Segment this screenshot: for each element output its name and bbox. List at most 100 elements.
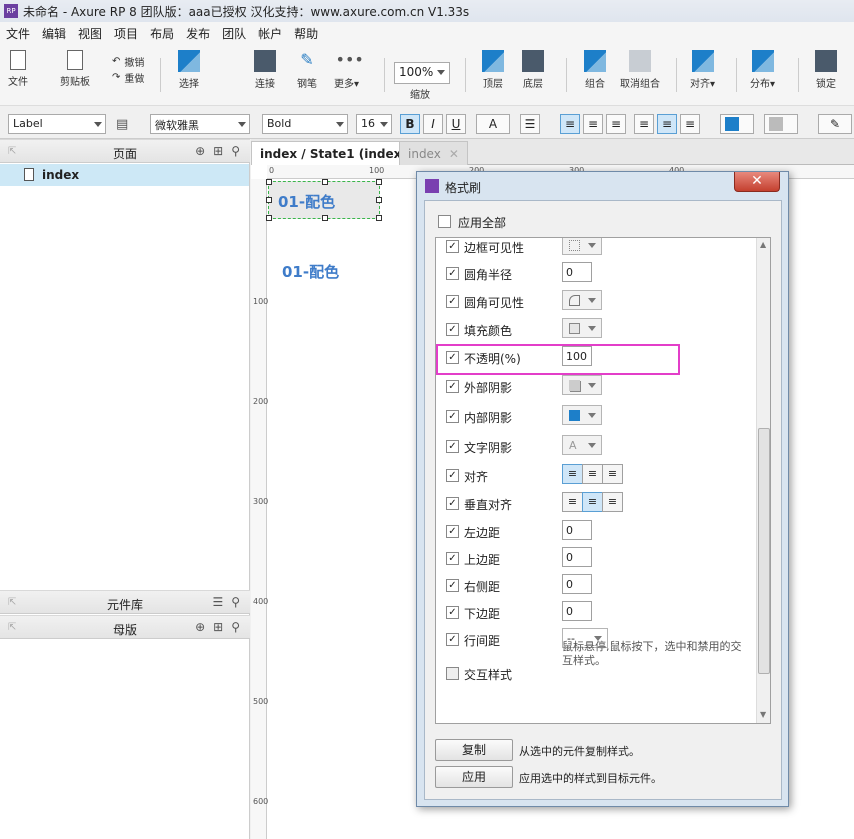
menu-publish[interactable]: 发布 <box>186 25 210 42</box>
underline-button[interactable]: U <box>446 114 466 134</box>
corner-visibility-dropdown[interactable] <box>562 290 602 310</box>
resize-handle[interactable] <box>266 197 272 203</box>
bold-button[interactable]: B <box>400 114 420 134</box>
align-left-button[interactable]: ≡ <box>560 114 580 134</box>
add-page-icon[interactable]: ⊕ <box>195 144 205 158</box>
padding-right-input[interactable]: 0 <box>562 574 592 594</box>
valign-middle-button[interactable]: ≡ <box>657 114 677 134</box>
resize-handle[interactable] <box>376 197 382 203</box>
shadow-button[interactable] <box>764 114 798 134</box>
menu-icon[interactable]: ☰ <box>212 595 223 609</box>
font-size-dropdown[interactable]: 16 <box>356 114 392 134</box>
resize-handle[interactable] <box>376 179 382 185</box>
line-color-button[interactable]: ✎ <box>818 114 852 134</box>
valign-bottom-button[interactable]: ≡ <box>680 114 700 134</box>
scrollbar[interactable]: ▲ ▼ <box>756 238 770 723</box>
border-visibility-dropdown[interactable] <box>562 238 602 255</box>
menu-project[interactable]: 项目 <box>114 25 138 42</box>
checkbox[interactable]: ✓ <box>446 410 459 423</box>
align-button[interactable]: 对齐▾ <box>690 50 715 90</box>
style-editor-icon[interactable]: ▤ <box>116 117 128 132</box>
valign-top-button[interactable]: ≡ <box>634 114 654 134</box>
pen-button[interactable]: ✎ 钢笔 <box>296 50 318 90</box>
padding-bottom-input[interactable]: 0 <box>562 601 592 621</box>
close-icon[interactable]: ✕ <box>449 147 459 161</box>
checkbox[interactable]: ✓ <box>446 606 459 619</box>
file-button[interactable]: 文件 <box>8 50 28 88</box>
align-right-icon[interactable]: ≡ <box>602 464 623 484</box>
checkbox[interactable]: ✓ <box>446 469 459 482</box>
checkbox[interactable]: ✓ <box>446 633 459 646</box>
inner-shadow-dropdown[interactable] <box>562 405 602 425</box>
padding-left-input[interactable]: 0 <box>562 520 592 540</box>
font-color-button[interactable]: A <box>476 114 510 134</box>
search-icon[interactable]: ⚲ <box>231 595 240 609</box>
padding-top-input[interactable]: 0 <box>562 547 592 567</box>
align-left-icon[interactable]: ≡ <box>562 464 583 484</box>
checkbox[interactable]: ✓ <box>446 579 459 592</box>
corner-radius-input[interactable]: 0 <box>562 262 592 282</box>
text-shadow-dropdown[interactable]: A <box>562 435 602 455</box>
align-center-icon[interactable]: ≡ <box>582 464 603 484</box>
clipboard-button[interactable]: 剪贴板 <box>60 50 90 88</box>
lock-button[interactable]: 锁定 <box>815 50 837 90</box>
align-right-button[interactable]: ≡ <box>606 114 626 134</box>
apply-button[interactable]: 应用 <box>435 766 513 788</box>
scrollbar-thumb[interactable] <box>758 428 770 674</box>
widget-style-dropdown[interactable]: Label <box>8 114 106 134</box>
redo-button[interactable]: ↷ 重做 <box>112 70 144 85</box>
resize-handle[interactable] <box>322 179 328 185</box>
apply-all-checkbox[interactable] <box>438 215 451 228</box>
valign-middle-icon[interactable]: ≡ <box>582 492 603 512</box>
bullet-list-button[interactable]: ☰ <box>520 114 540 134</box>
ungroup-button[interactable]: 取消组合 <box>620 50 660 90</box>
resize-handle[interactable] <box>266 215 272 221</box>
valign-top-icon[interactable]: ≡ <box>562 492 583 512</box>
copy-button[interactable]: 复制 <box>435 739 513 761</box>
font-weight-dropdown[interactable]: Bold <box>262 114 348 134</box>
checkbox[interactable]: ✓ <box>446 240 459 253</box>
menu-file[interactable]: 文件 <box>6 25 30 42</box>
checkbox[interactable]: ✓ <box>446 380 459 393</box>
distribute-button[interactable]: 分布▾ <box>750 50 775 90</box>
menu-arrange[interactable]: 布局 <box>150 25 174 42</box>
select-button[interactable]: 选择 <box>178 50 200 90</box>
search-icon[interactable]: ⚲ <box>231 144 240 158</box>
zoom-dropdown[interactable]: 100% <box>394 62 450 84</box>
selected-label-widget[interactable]: 01-配色 <box>266 179 382 221</box>
scroll-up-icon[interactable]: ▲ <box>760 240 766 249</box>
bring-to-front-button[interactable]: 顶层 <box>482 50 504 90</box>
font-family-dropdown[interactable]: 微软雅黑 <box>150 114 250 134</box>
fill-color-button[interactable] <box>720 114 754 134</box>
tab-index[interactable]: index ✕ <box>399 141 468 165</box>
close-button[interactable]: ✕ <box>734 172 780 192</box>
checkbox[interactable]: ✓ <box>446 440 459 453</box>
fill-color-dropdown[interactable] <box>562 318 602 338</box>
checkbox[interactable]: ✓ <box>446 497 459 510</box>
checkbox[interactable]: ✓ <box>446 295 459 308</box>
checkbox[interactable]: ✓ <box>446 525 459 538</box>
checkbox[interactable]: ✓ <box>446 323 459 336</box>
scroll-down-icon[interactable]: ▼ <box>760 710 766 719</box>
group-button[interactable]: 组合 <box>584 50 606 90</box>
valign-bottom-icon[interactable]: ≡ <box>602 492 623 512</box>
add-folder-icon[interactable]: ⊞ <box>213 144 223 158</box>
label-widget[interactable]: 01-配色 <box>282 261 339 282</box>
outer-shadow-dropdown[interactable] <box>562 375 602 395</box>
page-item-index[interactable]: index <box>0 164 249 186</box>
menu-help[interactable]: 帮助 <box>294 25 318 42</box>
align-center-button[interactable]: ≡ <box>583 114 603 134</box>
menu-edit[interactable]: 编辑 <box>42 25 66 42</box>
more-button[interactable]: ••• 更多▾ <box>334 50 364 90</box>
resize-handle[interactable] <box>376 215 382 221</box>
add-master-icon[interactable]: ⊕ <box>195 620 205 634</box>
resize-handle[interactable] <box>266 179 272 185</box>
add-folder-icon[interactable]: ⊞ <box>213 620 223 634</box>
search-icon[interactable]: ⚲ <box>231 620 240 634</box>
connect-button[interactable]: 连接 <box>254 50 276 90</box>
undo-button[interactable]: ↶ 撤销 <box>112 54 144 69</box>
resize-handle[interactable] <box>322 215 328 221</box>
menu-account[interactable]: 帐户 <box>258 25 282 42</box>
checkbox[interactable]: ✓ <box>446 552 459 565</box>
checkbox[interactable]: ✓ <box>446 267 459 280</box>
